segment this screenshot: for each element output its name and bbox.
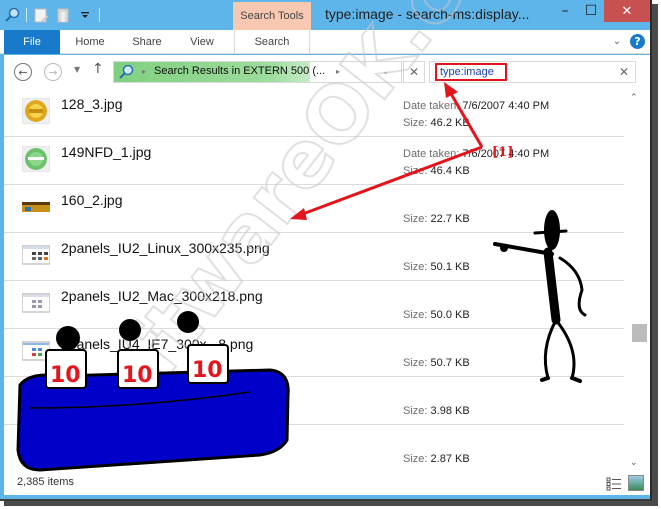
list-item[interactable]: 128_3.jpg Date taken: 7/6/2007 4:40 PM S… [4, 89, 624, 136]
size-value: 46.2 KB [430, 117, 470, 129]
date-label: Date taken: [403, 148, 460, 160]
details-view-icon[interactable] [606, 476, 622, 491]
file-name: 2panels_IU2_Linux_300x235.png [61, 240, 270, 256]
date-taken: Date taken: 7/6/2007 4:40 PM [403, 148, 549, 160]
window-shadow [652, 4, 658, 503]
date-taken: Date taken: 7/6/2007 4:40 PM [403, 100, 549, 112]
qat-separator [99, 8, 100, 22]
search-box[interactable]: ✕ [429, 61, 636, 83]
explorer-window: Search Tools type:image - search-ms:disp… [0, 0, 652, 501]
gold-seal-thumbnail [21, 97, 51, 125]
size-label: Size: [403, 357, 428, 369]
address-dropdown-icon[interactable]: ⌄ [382, 67, 390, 77]
list-item[interactable]: Size: 3.98 KB [4, 376, 624, 424]
date-label: Date taken: [403, 100, 460, 112]
screenshot-thumbnail [21, 290, 51, 316]
file-name: 2panels_IU2_Mac_300x218.png [61, 288, 263, 304]
stop-search-button[interactable]: ✕ [403, 61, 425, 83]
back-button[interactable]: ← [14, 63, 32, 81]
size-value: 22.7 KB [430, 213, 470, 225]
qat-separator [26, 8, 27, 22]
address-bar[interactable]: ▸ Search Results in EXTERN 500 (... ▸ ⌄ [113, 61, 402, 83]
tab-file[interactable]: File [4, 30, 60, 54]
file-size: Size: 46.4 KB [403, 165, 470, 177]
scrollbar-thumb[interactable] [632, 324, 647, 342]
status-bar: 2,385 items [4, 473, 650, 495]
tab-search[interactable]: Search [234, 30, 310, 54]
navigation-bar: ← → ▼ ↑ ▸ Search Results in EXTERN 500 (… [4, 55, 650, 89]
screenshot-thumbnail [21, 242, 51, 268]
tab-home[interactable]: Home [66, 30, 114, 54]
forward-button[interactable]: → [44, 63, 62, 81]
list-item[interactable]: 149NFD_1.jpg Date taken: 7/6/2007 4:40 P… [4, 136, 624, 184]
file-size: Size: 2.87 KB [403, 453, 470, 465]
tab-share[interactable]: Share [124, 30, 170, 54]
close-button[interactable]: ✕ [604, 0, 650, 22]
breadcrumb-chevron-icon[interactable]: ▸ [336, 67, 340, 76]
large-icons-view-icon[interactable] [628, 475, 644, 491]
list-item[interactable]: 160_2.jpg Size: 22.7 KB [4, 184, 624, 232]
size-label: Size: [403, 165, 428, 177]
file-size: Size: 46.2 KB [403, 117, 470, 129]
search-tools-contextual-tab: Search Tools [233, 2, 311, 30]
clear-search-icon[interactable]: ✕ [619, 65, 629, 79]
help-icon[interactable]: ? [630, 34, 645, 49]
search-icon[interactable] [4, 7, 20, 23]
title-bar: Search Tools type:image - search-ms:disp… [0, 0, 652, 30]
file-name: 149NFD_1.jpg [61, 144, 152, 160]
file-size: Size: 22.7 KB [403, 213, 470, 225]
file-name: 2panels_IU4_IE7_300x...8.png [61, 336, 254, 352]
new-folder-icon[interactable] [55, 7, 71, 23]
size-value: 50.0 KB [430, 309, 470, 321]
search-results-icon [118, 64, 134, 84]
up-button[interactable]: ↑ [92, 61, 104, 77]
file-name: 160_2.jpg [61, 192, 123, 208]
window-title: type:image - search-ms:display... [325, 6, 530, 22]
window-shadow [4, 501, 658, 506]
file-name: 128_3.jpg [61, 96, 123, 112]
file-size: Size: 3.98 KB [403, 405, 470, 417]
size-value: 3.98 KB [430, 405, 470, 417]
minimize-button[interactable]: – [552, 0, 578, 22]
file-list: 128_3.jpg Date taken: 7/6/2007 4:40 PM S… [4, 89, 650, 473]
ribbon-tabs: File Home Share View Search ⌄ ? [0, 30, 650, 54]
size-value: 50.7 KB [430, 357, 470, 369]
properties-icon[interactable] [33, 7, 49, 23]
size-label: Size: [403, 405, 428, 417]
list-item[interactable]: Size: 2.87 KB [4, 424, 624, 472]
size-label: Size: [403, 213, 428, 225]
customize-dropdown-icon[interactable] [77, 7, 93, 23]
breadcrumb-search-results[interactable]: Search Results in EXTERN 500 (... [154, 65, 325, 77]
size-value: 46.4 KB [430, 165, 470, 177]
list-item[interactable]: 2panels_IU4_IE7_300x...8.png Size: 50.7 … [4, 328, 624, 376]
expand-ribbon-icon[interactable]: ⌄ [610, 34, 624, 48]
screenshot-thumbnail [21, 338, 51, 364]
tab-view[interactable]: View [180, 30, 224, 54]
banner-thumbnail [22, 194, 50, 220]
recent-locations-dropdown[interactable]: ▼ [74, 65, 80, 74]
date-value: 7/6/2007 4:40 PM [462, 100, 550, 112]
quick-access-toolbar [4, 4, 100, 26]
green-seal-thumbnail [21, 145, 51, 173]
size-label: Size: [403, 453, 428, 465]
item-count: 2,385 items [17, 476, 74, 488]
scroll-down-button[interactable]: ⌄ [630, 458, 638, 468]
file-size: Size: 50.1 KB [403, 261, 470, 273]
maximize-button[interactable]: ☐ [578, 0, 604, 22]
size-label: Size: [403, 261, 428, 273]
scroll-up-button[interactable]: ⌃ [630, 93, 638, 103]
size-label: Size: [403, 117, 428, 129]
list-item[interactable]: 2panels_IU2_Mac_300x218.png Size: 50.0 K… [4, 280, 624, 328]
breadcrumb-chevron-icon[interactable]: ▸ [142, 67, 146, 76]
size-value: 2.87 KB [430, 453, 470, 465]
file-size: Size: 50.7 KB [403, 357, 470, 369]
list-item[interactable]: 2panels_IU2_Linux_300x235.png Size: 50.1… [4, 232, 624, 280]
size-label: Size: [403, 309, 428, 321]
file-size: Size: 50.0 KB [403, 309, 470, 321]
search-input[interactable] [435, 63, 507, 81]
date-value: 7/6/2007 4:40 PM [462, 148, 550, 160]
size-value: 50.1 KB [430, 261, 470, 273]
